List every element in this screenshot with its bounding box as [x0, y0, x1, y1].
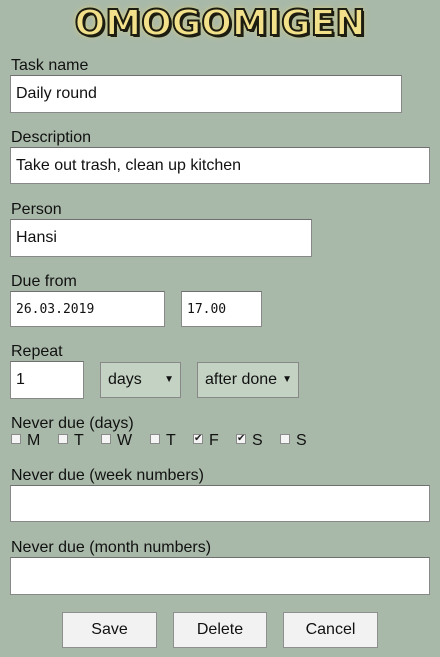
never-due-weeks-input[interactable]	[10, 485, 430, 522]
day-label: S	[252, 432, 263, 449]
task-name-input[interactable]	[10, 75, 402, 113]
day-label: T	[166, 432, 176, 449]
person-input[interactable]	[10, 219, 312, 257]
day-label: T	[74, 432, 84, 449]
repeat-label: Repeat	[11, 343, 63, 360]
day-option-wednesday[interactable]: W	[101, 432, 132, 450]
day-label: F	[209, 432, 219, 449]
description-label: Description	[11, 129, 92, 146]
cancel-button[interactable]: Cancel	[283, 612, 378, 648]
repeat-unit-value: days	[108, 371, 142, 388]
day-label: S	[296, 432, 307, 449]
repeat-count-input[interactable]	[10, 361, 84, 399]
never-due-months-label: Never due (month numbers)	[11, 539, 212, 556]
never-due-weeks-label: Never due (week numbers)	[11, 467, 204, 484]
delete-button[interactable]: Delete	[173, 612, 267, 648]
app-logo: OMOGOMIGEN	[74, 2, 367, 45]
day-checkbox[interactable]	[11, 434, 21, 444]
repeat-mode-value: after done	[205, 371, 278, 388]
due-date-input[interactable]	[10, 291, 165, 327]
description-input[interactable]	[10, 147, 430, 184]
day-checkbox[interactable]	[150, 434, 160, 444]
due-time-input[interactable]	[181, 291, 262, 327]
save-button[interactable]: Save	[62, 612, 157, 648]
day-option-tuesday[interactable]: T	[58, 432, 84, 450]
repeat-unit-select[interactable]: days ▼	[100, 362, 181, 398]
day-checkbox[interactable]: ✔	[236, 434, 246, 444]
day-option-friday[interactable]: ✔ F	[193, 432, 219, 450]
day-option-monday[interactable]: M	[11, 432, 40, 450]
day-checkbox[interactable]: ✔	[193, 434, 203, 444]
day-option-saturday[interactable]: ✔ S	[236, 432, 263, 450]
never-due-months-input[interactable]	[10, 557, 430, 595]
day-label: M	[27, 432, 41, 449]
repeat-mode-select[interactable]: after done ▼	[197, 362, 299, 398]
chevron-down-icon: ▼	[164, 374, 174, 385]
task-name-label: Task name	[11, 57, 89, 74]
never-due-days-label: Never due (days)	[11, 415, 134, 432]
chevron-down-icon: ▼	[282, 374, 292, 385]
day-checkbox[interactable]	[280, 434, 290, 444]
person-label: Person	[11, 201, 62, 218]
day-label: W	[117, 432, 133, 449]
day-checkbox[interactable]	[101, 434, 111, 444]
due-from-label: Due from	[11, 273, 77, 290]
day-checkbox[interactable]	[58, 434, 68, 444]
day-option-sunday[interactable]: S	[280, 432, 307, 450]
day-option-thursday[interactable]: T	[150, 432, 176, 450]
